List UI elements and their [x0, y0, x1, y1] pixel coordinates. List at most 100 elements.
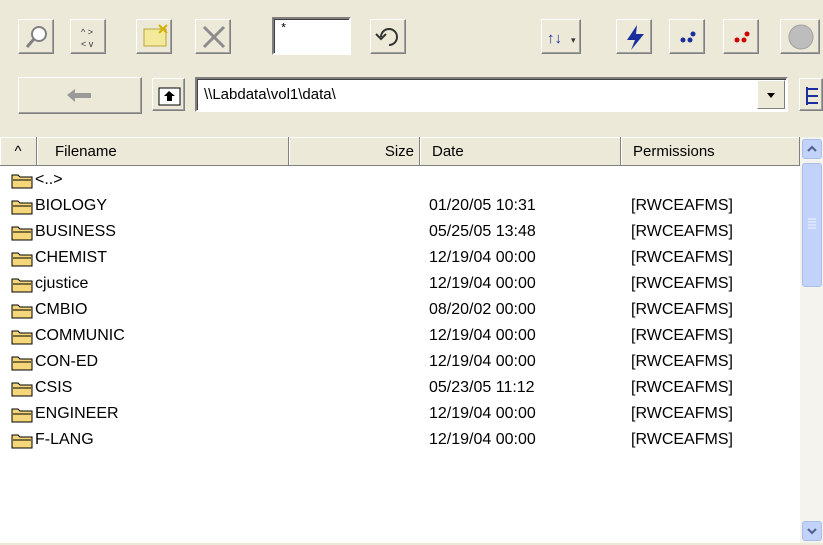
- file-permissions: [RWCEAFMS]: [631, 301, 733, 318]
- svg-text:↑↓: ↑↓: [547, 30, 562, 47]
- file-date: 05/23/05 11:12: [429, 379, 535, 396]
- stop-icon: [788, 24, 814, 50]
- parent-folder-icon: [158, 87, 181, 106]
- file-permissions: [RWCEAFMS]: [631, 197, 733, 214]
- delete-icon: [202, 25, 226, 49]
- file-name: COMMUNIC: [35, 327, 125, 344]
- file-date: 05/25/05 13:48: [429, 223, 536, 240]
- file-name: CHEMIST: [35, 249, 107, 266]
- list-item[interactable]: CMBIO 08/20/02 00:00 [RWCEAFMS]: [0, 297, 800, 323]
- new-folder-button[interactable]: [136, 19, 172, 54]
- list-item[interactable]: COMMUNIC 12/19/04 00:00 [RWCEAFMS]: [0, 323, 800, 349]
- list-item[interactable]: BIOLOGY 01/20/05 10:31 [RWCEAFMS]: [0, 193, 800, 219]
- file-date: 12/19/04 00:00: [429, 405, 536, 422]
- find-button[interactable]: [18, 19, 54, 54]
- svg-text:^ >: ^ >: [81, 27, 93, 37]
- list-item[interactable]: F-LANG 12/19/04 00:00 [RWCEAFMS]: [0, 427, 800, 453]
- column-sort-toggle[interactable]: ^: [0, 137, 37, 166]
- red-dots-button[interactable]: [723, 19, 759, 54]
- file-name: F-LANG: [35, 431, 94, 448]
- folder-icon: [11, 226, 33, 241]
- folder-icon: [11, 382, 33, 397]
- file-permissions: [RWCEAFMS]: [631, 379, 733, 396]
- file-name: ENGINEER: [35, 405, 119, 422]
- folder-icon: [11, 330, 33, 345]
- file-permissions: [RWCEAFMS]: [631, 327, 733, 344]
- folder-icon: [11, 174, 33, 189]
- connect-button[interactable]: [616, 19, 652, 54]
- file-permissions: [RWCEAFMS]: [631, 431, 733, 448]
- scroll-thumb[interactable]: [802, 163, 822, 287]
- vertical-scrollbar[interactable]: [800, 137, 823, 543]
- new-folder-icon: [143, 24, 168, 47]
- svg-text:▾: ▾: [571, 35, 576, 45]
- folder-icon: [11, 304, 33, 319]
- folder-icon: [11, 252, 33, 267]
- file-name: BIOLOGY: [35, 197, 108, 214]
- refresh-icon: [375, 28, 398, 46]
- file-permissions: [RWCEAFMS]: [631, 249, 733, 266]
- file-date: 12/19/04 00:00: [429, 353, 536, 370]
- parent-folder-button[interactable]: [152, 78, 185, 111]
- back-arrow-icon: [67, 89, 91, 102]
- red-dots-icon: [734, 31, 750, 43]
- file-name: CMBIO: [35, 301, 88, 318]
- folder-icon: [11, 278, 33, 293]
- list-item[interactable]: BUSINESS 05/25/05 13:48 [RWCEAFMS]: [0, 219, 800, 245]
- list-item[interactable]: CHEMIST 12/19/04 00:00 [RWCEAFMS]: [0, 245, 800, 271]
- sort-button[interactable]: ↑↓ ▾: [541, 19, 581, 54]
- file-name: <..>: [35, 171, 63, 188]
- folder-icon: [11, 356, 33, 371]
- folder-icon: [11, 408, 33, 423]
- file-date: 12/19/04 00:00: [429, 431, 536, 448]
- list-item[interactable]: CON-ED 12/19/04 00:00 [RWCEAFMS]: [0, 349, 800, 375]
- folder-icon: [11, 434, 33, 449]
- scroll-up-button[interactable]: [802, 139, 822, 159]
- back-button[interactable]: [18, 77, 142, 114]
- scroll-down-button[interactable]: [802, 521, 822, 541]
- blue-dots-button[interactable]: [669, 19, 705, 54]
- tree-view-button[interactable]: [799, 78, 823, 111]
- column-filename[interactable]: Filename: [37, 137, 289, 166]
- list-header: ^ Filename Size Date Permissions: [0, 137, 800, 166]
- file-date: 12/19/04 00:00: [429, 327, 536, 344]
- find-icon: [25, 26, 47, 48]
- select-all-button[interactable]: ^ > < v: [70, 19, 106, 54]
- sort-icon: ↑↓ ▾: [547, 30, 576, 47]
- column-size[interactable]: Size: [289, 137, 420, 166]
- file-list[interactable]: ^ Filename Size Date Permissions <..> BI…: [0, 137, 823, 543]
- path-text: \\Labdata\vol1\data\: [204, 86, 336, 103]
- grip-icon: [808, 218, 816, 229]
- filter-input[interactable]: *: [272, 17, 351, 55]
- delete-button[interactable]: [195, 19, 231, 54]
- chevron-down-icon: [807, 528, 817, 535]
- svg-text:< v: < v: [81, 39, 94, 49]
- column-date[interactable]: Date: [420, 137, 621, 166]
- tree-view-icon: [806, 87, 818, 105]
- dropdown-arrow-icon: [767, 93, 775, 98]
- path-dropdown-button[interactable]: [757, 80, 785, 109]
- list-item[interactable]: CSIS 05/23/05 11:12 [RWCEAFMS]: [0, 375, 800, 401]
- select-all-icon: ^ > < v: [81, 27, 94, 49]
- file-date: 08/20/02 00:00: [429, 301, 536, 318]
- blue-dots-icon: [680, 31, 696, 43]
- folder-icon: [11, 200, 33, 215]
- list-item[interactable]: ENGINEER 12/19/04 00:00 [RWCEAFMS]: [0, 401, 800, 427]
- file-date: 12/19/04 00:00: [429, 275, 536, 292]
- file-name: CON-ED: [35, 353, 99, 370]
- file-date: 01/20/05 10:31: [429, 197, 536, 214]
- chevron-up-icon: [807, 145, 817, 152]
- path-combobox[interactable]: \\Labdata\vol1\data\: [195, 77, 788, 112]
- file-name: cjustice: [35, 275, 89, 292]
- column-permissions[interactable]: Permissions: [621, 137, 800, 166]
- list-item[interactable]: cjustice 12/19/04 00:00 [RWCEAFMS]: [0, 271, 800, 297]
- file-date: 12/19/04 00:00: [429, 249, 536, 266]
- file-name: BUSINESS: [35, 223, 116, 240]
- file-permissions: [RWCEAFMS]: [631, 223, 733, 240]
- list-item[interactable]: <..>: [0, 167, 800, 193]
- connect-icon: [627, 25, 644, 50]
- file-permissions: [RWCEAFMS]: [631, 275, 733, 292]
- refresh-button[interactable]: [370, 19, 406, 54]
- file-name: CSIS: [35, 379, 73, 396]
- stop-button[interactable]: [780, 19, 820, 54]
